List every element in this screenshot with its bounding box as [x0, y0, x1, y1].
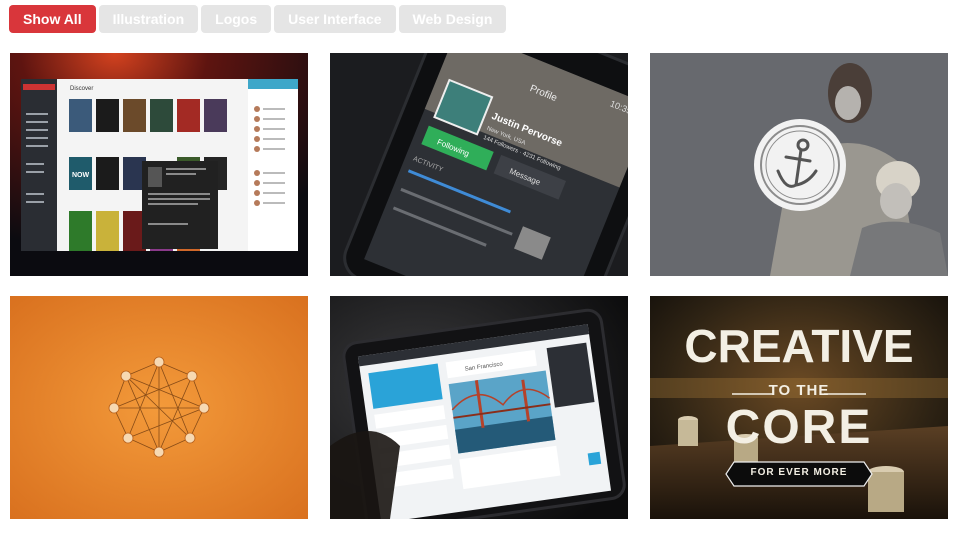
- movie-app-thumbnail: Discover NOW: [10, 53, 308, 276]
- filter-logos[interactable]: Logos: [201, 5, 272, 33]
- filter-illustration[interactable]: Illustration: [98, 5, 199, 33]
- anchor-logo-thumbnail: [650, 53, 948, 276]
- filter-bar: Show All Illustration Logos User Interfa…: [9, 5, 507, 33]
- tablet-app-thumbnail: San Francisco: [330, 296, 628, 519]
- profile-app-thumbnail: 10:35 Profile Justin Pervorse New York, …: [330, 53, 628, 276]
- filter-user-interface[interactable]: User Interface: [274, 5, 396, 33]
- portfolio-item-creative-typography[interactable]: CREATIVE TO THE CORE FOR EVER MORE: [650, 296, 948, 519]
- portfolio-item-anchor-logo[interactable]: [650, 53, 948, 276]
- filter-web-design[interactable]: Web Design: [398, 5, 507, 33]
- creative-title-line2: TO THE: [768, 382, 830, 399]
- portfolio-item-profile-app[interactable]: 10:35 Profile Justin Pervorse New York, …: [330, 53, 628, 276]
- filter-show-all[interactable]: Show All: [9, 5, 96, 33]
- portfolio-grid: Discover NOW 10:35 Profile Justin Pervor…: [10, 53, 948, 519]
- portfolio-item-network-illustration[interactable]: [10, 296, 308, 519]
- creative-ribbon-text: FOR EVER MORE: [750, 467, 848, 478]
- network-illustration-thumbnail: [10, 296, 308, 519]
- creative-title-line1: CREATIVE: [684, 320, 914, 372]
- svg-text:NOW: NOW: [72, 172, 90, 179]
- portfolio-page: Show All Illustration Logos User Interfa…: [0, 0, 966, 533]
- creative-title-line3: CORE: [725, 401, 873, 454]
- portfolio-item-tablet-app[interactable]: San Francisco: [330, 296, 628, 519]
- movie-app-header: Discover: [70, 86, 93, 92]
- portfolio-item-movie-app[interactable]: Discover NOW: [10, 53, 308, 276]
